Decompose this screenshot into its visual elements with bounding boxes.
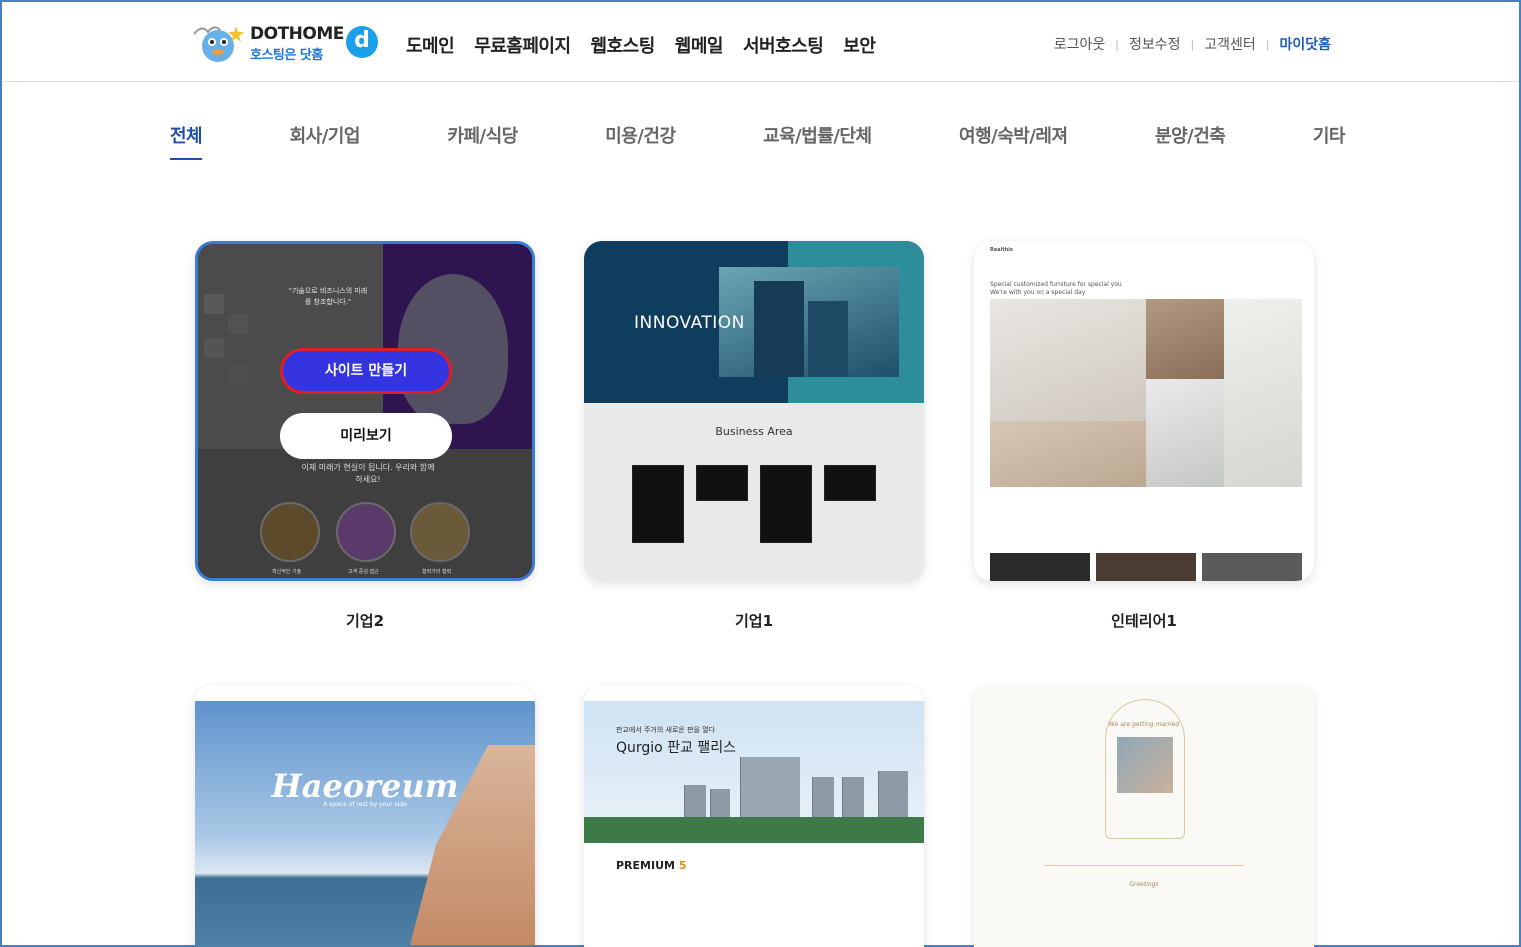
template-card-interior1[interactable]: Realthis Special customized furniture fo… [974, 241, 1314, 581]
logo-title: DOTHOME [250, 24, 344, 44]
tab-beauty[interactable]: 미용/건강 [605, 122, 676, 160]
template-subtext: 이제 미래가 현실이 됩니다. 우리와 함께하세요! [301, 463, 435, 484]
template-tagline2: We're with you on a special day [990, 289, 1086, 296]
hero-title: INNOVATION [634, 313, 745, 333]
util-divider: | [1115, 37, 1119, 51]
nav-free-homepage[interactable]: 무료홈페이지 [474, 32, 571, 58]
template-heading: We are getting married [1108, 721, 1180, 728]
interior-photo [1202, 553, 1302, 581]
nav-server-hosting[interactable]: 서버호스팅 [743, 32, 824, 58]
tab-all[interactable]: 전체 [170, 122, 203, 160]
mascot-icon [193, 26, 244, 62]
building-shape [808, 301, 848, 377]
interior-photo [990, 421, 1146, 487]
bw-photo [632, 465, 684, 543]
template-card-corporate1[interactable]: INNOVATION Business Area [584, 241, 924, 581]
icon-caption: 협력가의 협력 [422, 569, 452, 575]
utility-menu: 로그아웃 | 정보수정 | 고객센터 | 마이닷홈 [1054, 34, 1331, 54]
tab-company[interactable]: 회사/기업 [290, 122, 361, 160]
template-subtitle: A space of rest by your side [323, 801, 407, 808]
template-tagline: Special customized furniture for special… [990, 281, 1122, 288]
star-icon [336, 502, 396, 562]
nav-domain[interactable]: 도메인 [406, 32, 455, 58]
template-card-wedding[interactable]: We are getting married Greetings [974, 685, 1314, 947]
template-brand: Qurgio 판교 팰리스 [616, 740, 737, 756]
nav-web-hosting[interactable]: 웹호스팅 [591, 32, 656, 58]
mypage-link[interactable]: 마이닷홈 [1279, 34, 1331, 54]
bulb-icon [260, 502, 320, 562]
icon-caption: 혁신적인 기술 [272, 569, 302, 575]
logo-subtitle: 호스팅은 닷홈 [250, 48, 323, 63]
interior-photo [1096, 553, 1196, 581]
cubes-graphic [204, 294, 248, 384]
support-link[interactable]: 고객센터 [1204, 34, 1256, 54]
tab-etc[interactable]: 기타 [1313, 122, 1346, 160]
tab-education[interactable]: 교육/법률/단체 [763, 122, 872, 160]
template-name: 인테리어1 [1111, 612, 1177, 630]
dothome-logo[interactable]: DOTHOME 호스팅은 닷홈 d [188, 20, 380, 68]
logout-link[interactable]: 로그아웃 [1054, 34, 1106, 54]
interior-photo [1146, 379, 1224, 487]
premium-heading: PREMIUM 5 [616, 859, 687, 872]
bw-photo [760, 465, 812, 543]
tab-realestate[interactable]: 분양/건축 [1155, 122, 1226, 160]
make-site-button[interactable]: 사이트 만들기 [280, 348, 452, 394]
template-brand: Realthis [990, 247, 1013, 253]
category-tabs: 전체 회사/기업 카페/식당 미용/건강 교육/법률/단체 여행/숙박/레져 분… [170, 122, 1345, 160]
bw-photo [824, 465, 876, 501]
section-title: Business Area [715, 425, 793, 438]
template-name: 기업1 [734, 612, 774, 630]
nav-webmail[interactable]: 웹메일 [675, 32, 724, 58]
template-name: 기업2 [345, 612, 385, 630]
site-header: DOTHOME 호스팅은 닷홈 d 도메인 무료홈페이지 웹호스팅 웹메일 서버… [2, 2, 1519, 82]
icon-caption: 고객 중심 접근 [348, 569, 379, 575]
interior-photo [1146, 299, 1224, 379]
bw-photo [696, 465, 748, 501]
template-greeting: Greetings [1129, 881, 1159, 888]
template-card-haeoreum[interactable]: Haeoreum A space of rest by your side [195, 685, 535, 947]
preview-button[interactable]: 미리보기 [280, 413, 452, 459]
couple-photo [1117, 737, 1173, 793]
divider-line [1044, 865, 1244, 866]
interior-photo [990, 553, 1090, 581]
interior-photo [990, 299, 1146, 421]
template-headline: 판교에서 주거의 새로운 판을 열다 [616, 726, 716, 734]
thumbs-up-icon [410, 502, 470, 562]
building-shape [754, 281, 804, 377]
park-strip [584, 817, 924, 843]
template-card-qurgio[interactable]: 판교에서 주거의 새로운 판을 열다 Qurgio 판교 팰리스 PREMIUM… [584, 685, 924, 947]
nav-security[interactable]: 보안 [843, 32, 876, 58]
util-divider: | [1190, 37, 1195, 51]
logo-d-icon: d [346, 26, 378, 58]
edit-info-link[interactable]: 정보수정 [1129, 34, 1181, 54]
util-divider: | [1265, 37, 1270, 51]
tab-cafe[interactable]: 카페/식당 [447, 122, 518, 160]
interior-photo [1224, 299, 1302, 487]
template-title: Haeoreum [271, 767, 459, 805]
main-nav: 도메인 무료홈페이지 웹호스팅 웹메일 서버호스팅 보안 [406, 32, 876, 58]
template-card-corporate2[interactable]: "기술으로 비즈니스의 미래를 창조합니다." 혁신적인 기술 고객 중심 접근… [195, 241, 535, 581]
template-quote: "기술으로 비즈니스의 미래를 창조합니다." [288, 287, 368, 306]
tab-travel[interactable]: 여행/숙박/레져 [959, 122, 1068, 160]
